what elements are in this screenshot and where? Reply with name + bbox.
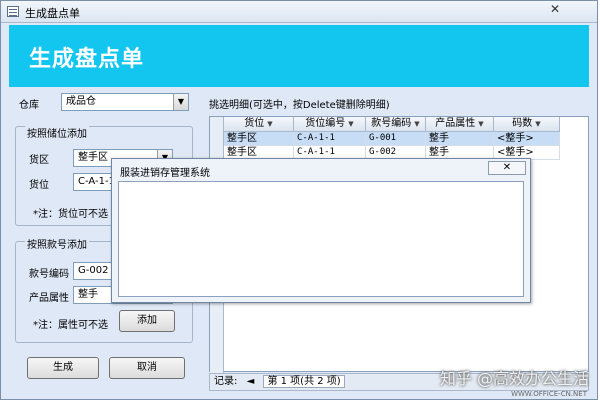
sort-arrow-icon[interactable]: ▼ — [478, 120, 483, 128]
location-section-title: 按照储位添加 — [25, 125, 89, 140]
col-header-location-code[interactable]: 货位编号 ▼ — [294, 117, 366, 132]
location-note: *注：货位可不选 — [33, 209, 108, 220]
attr-note: *注：属性可不选 — [33, 320, 108, 331]
col-header-size[interactable]: 码数 ▼ — [494, 117, 560, 132]
header-banner: 生成盘点单 — [9, 25, 589, 87]
nav-status[interactable]: 第 1 项(共 2 项) — [263, 375, 345, 388]
window-title: 生成盘点单 — [25, 7, 80, 20]
dialog-body — [118, 181, 524, 297]
table-cell[interactable]: 整手 — [426, 132, 494, 146]
col-header-label: 货位 — [244, 118, 265, 129]
form-icon — [7, 6, 19, 17]
watermark-url: WWW.OFFICE-CN.NET — [511, 390, 587, 398]
cancel-button[interactable]: 取消 — [109, 357, 185, 379]
sort-arrow-icon[interactable]: ▼ — [414, 120, 419, 128]
page-title: 生成盘点单 — [29, 47, 145, 72]
dialog-title: 服装进销存管理系统 — [120, 168, 210, 179]
col-header-location[interactable]: 货位 ▼ — [224, 117, 294, 132]
attr-label: 产品属性 — [29, 293, 69, 304]
table-cell[interactable]: C-A-1-1 — [294, 132, 366, 146]
attr-value: 整手 — [78, 289, 98, 300]
col-header-label: 产品属性 — [435, 118, 476, 129]
location-label: 货位 — [29, 180, 49, 191]
style-code-label: 款号编码 — [29, 269, 69, 280]
col-header-label: 码数 — [512, 118, 533, 129]
warehouse-select[interactable]: 成品仓 ▼ — [61, 93, 189, 111]
col-header-label: 款号编码 — [371, 118, 412, 129]
style-code-value: G-002 — [78, 265, 109, 276]
area-label: 货区 — [29, 155, 49, 166]
title-bar: 生成盘点单 ✕ — [1, 1, 597, 23]
table-cell[interactable]: 整手区 — [224, 132, 294, 146]
watermark-text: 知乎 @高效办公生活 — [439, 369, 589, 388]
warehouse-label: 仓库 — [19, 100, 39, 111]
location-value: C-A-1-1 — [78, 176, 115, 187]
warehouse-value: 成品仓 — [66, 96, 96, 107]
table-cell[interactable]: <整手> — [494, 132, 560, 146]
table-row[interactable]: 整手区 C-A-1-1 G-001 整手 <整手> — [224, 132, 574, 146]
area-value: 整手区 — [78, 152, 108, 163]
main-window: 生成盘点单 ✕ 生成盘点单 仓库 成品仓 ▼ 按照储位添加 货区 整手区 ▼ 货… — [0, 0, 598, 400]
sort-arrow-icon[interactable]: ▼ — [267, 120, 272, 128]
col-header-label: 货位编号 — [305, 118, 346, 129]
nav-first-icon[interactable]: ◄ — [247, 376, 255, 387]
col-header-attr[interactable]: 产品属性 ▼ — [426, 117, 494, 132]
chevron-down-icon[interactable]: ▼ — [173, 94, 188, 110]
style-section-title: 按照款号添加 — [25, 236, 89, 251]
col-header-style-code[interactable]: 款号编码 ▼ — [366, 117, 426, 132]
table-cell[interactable]: G-001 — [366, 132, 426, 146]
message-dialog: 服装进销存管理系统 ✕ — [111, 158, 531, 303]
add-button[interactable]: 添加 — [119, 310, 175, 332]
generate-button[interactable]: 生成 — [27, 357, 99, 379]
nav-label: 记录: — [214, 376, 238, 387]
window-close-button[interactable]: ✕ — [543, 1, 567, 17]
sort-arrow-icon[interactable]: ▼ — [348, 120, 353, 128]
dialog-close-button[interactable]: ✕ — [488, 161, 526, 175]
sort-arrow-icon[interactable]: ▼ — [535, 120, 540, 128]
detail-title: 挑选明细(可选中，按Delete键删除明细) — [209, 100, 390, 111]
